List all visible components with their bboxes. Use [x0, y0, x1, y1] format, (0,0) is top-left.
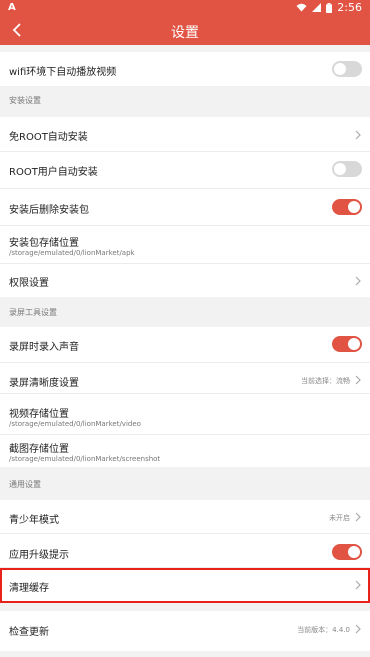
setting-clear-cache[interactable]: 清理缓存 — [0, 568, 370, 603]
setting-label: 安装包存储位置 — [9, 238, 79, 249]
signal-icon — [312, 3, 322, 12]
setting-package-storage[interactable]: 安装包存储位置 /storage/emulated/0/lionMarket/a… — [0, 226, 370, 264]
section-header-record: 录屏工具设置 — [0, 297, 370, 327]
current-version: 当前版本：4.4.0 — [297, 626, 350, 634]
upgrade-hint-toggle[interactable] — [332, 544, 362, 560]
setting-check-update[interactable]: 检查更新 当前版本：4.4.0 — [0, 611, 370, 651]
setting-video-storage[interactable]: 视频存储位置 /storage/emulated/0/lionMarket/vi… — [0, 394, 370, 435]
setting-label: 免ROOT自动安装 — [9, 132, 88, 143]
setting-label: 权限设置 — [9, 278, 49, 289]
setting-record-audio[interactable]: 录屏时录入声音 — [0, 327, 370, 363]
clock: 2:56 — [337, 1, 362, 14]
current-quality-value: 当前选择：流畅 — [301, 377, 350, 385]
app-header: 设置 — [0, 16, 370, 45]
chevron-right-icon — [355, 580, 361, 590]
setting-label: 视频存储位置 — [9, 409, 69, 420]
setting-label: 清理缓存 — [9, 583, 49, 594]
setting-label: 录屏清晰度设置 — [9, 378, 79, 389]
setting-youth-mode[interactable]: 青少年模式 未开启 — [0, 500, 370, 534]
chevron-right-icon — [355, 276, 361, 286]
setting-record-quality[interactable]: 录屏清晰度设置 当前选择：流畅 — [0, 363, 370, 394]
setting-label: 安装后删除安装包 — [9, 205, 89, 216]
setting-screenshot-storage[interactable]: 截图存储位置 /storage/emulated/0/lionMarket/sc… — [0, 435, 370, 467]
setting-label: 青少年模式 — [9, 515, 59, 526]
setting-delete-after-install[interactable]: 安装后删除安装包 — [0, 189, 370, 226]
storage-path: /storage/emulated/0/lionMarket/video — [9, 420, 141, 428]
gap — [0, 603, 370, 611]
setting-root-user-install[interactable]: ROOT用户自动安装 — [0, 152, 370, 189]
setting-label: wifi环境下自动播放视频 — [9, 67, 117, 78]
app-notification-icon: A — [8, 2, 16, 13]
setting-label: 检查更新 — [9, 627, 49, 638]
record-audio-toggle[interactable] — [332, 336, 362, 352]
setting-root-free-install[interactable]: 免ROOT自动安装 — [0, 117, 370, 152]
section-header-install: 安装设置 — [0, 86, 370, 117]
root-user-install-toggle[interactable] — [332, 161, 362, 177]
youth-mode-status: 未开启 — [329, 514, 350, 522]
section-header-general: 通用设置 — [0, 467, 370, 500]
battery-icon — [326, 2, 333, 13]
delete-after-install-toggle[interactable] — [332, 199, 362, 215]
setting-label: ROOT用户自动安装 — [9, 167, 98, 178]
chevron-right-icon — [355, 624, 361, 634]
status-bar: A 2:56 — [0, 0, 370, 16]
wifi-autoplay-toggle[interactable] — [332, 61, 362, 77]
setting-wifi-autoplay[interactable]: wifi环境下自动播放视频 — [0, 52, 370, 86]
storage-path: /storage/emulated/0/lionMarket/screensho… — [9, 455, 161, 463]
chevron-right-icon — [355, 130, 361, 140]
page-title: 设置 — [171, 25, 199, 41]
setting-label: 应用升级提示 — [9, 550, 69, 561]
top-spacer — [0, 45, 370, 52]
settings-list: wifi环境下自动播放视频 安装设置 免ROOT自动安装 ROOT用户自动安装 … — [0, 45, 370, 651]
setting-label: 录屏时录入声音 — [9, 342, 79, 353]
setting-upgrade-hint[interactable]: 应用升级提示 — [0, 534, 370, 568]
setting-label: 截图存储位置 — [9, 444, 69, 455]
chevron-right-icon — [355, 512, 361, 522]
chevron-right-icon — [355, 375, 361, 385]
wifi-icon — [296, 3, 307, 12]
storage-path: /storage/emulated/0/lionMarket/apk — [9, 249, 135, 257]
setting-permissions[interactable]: 权限设置 — [0, 264, 370, 297]
